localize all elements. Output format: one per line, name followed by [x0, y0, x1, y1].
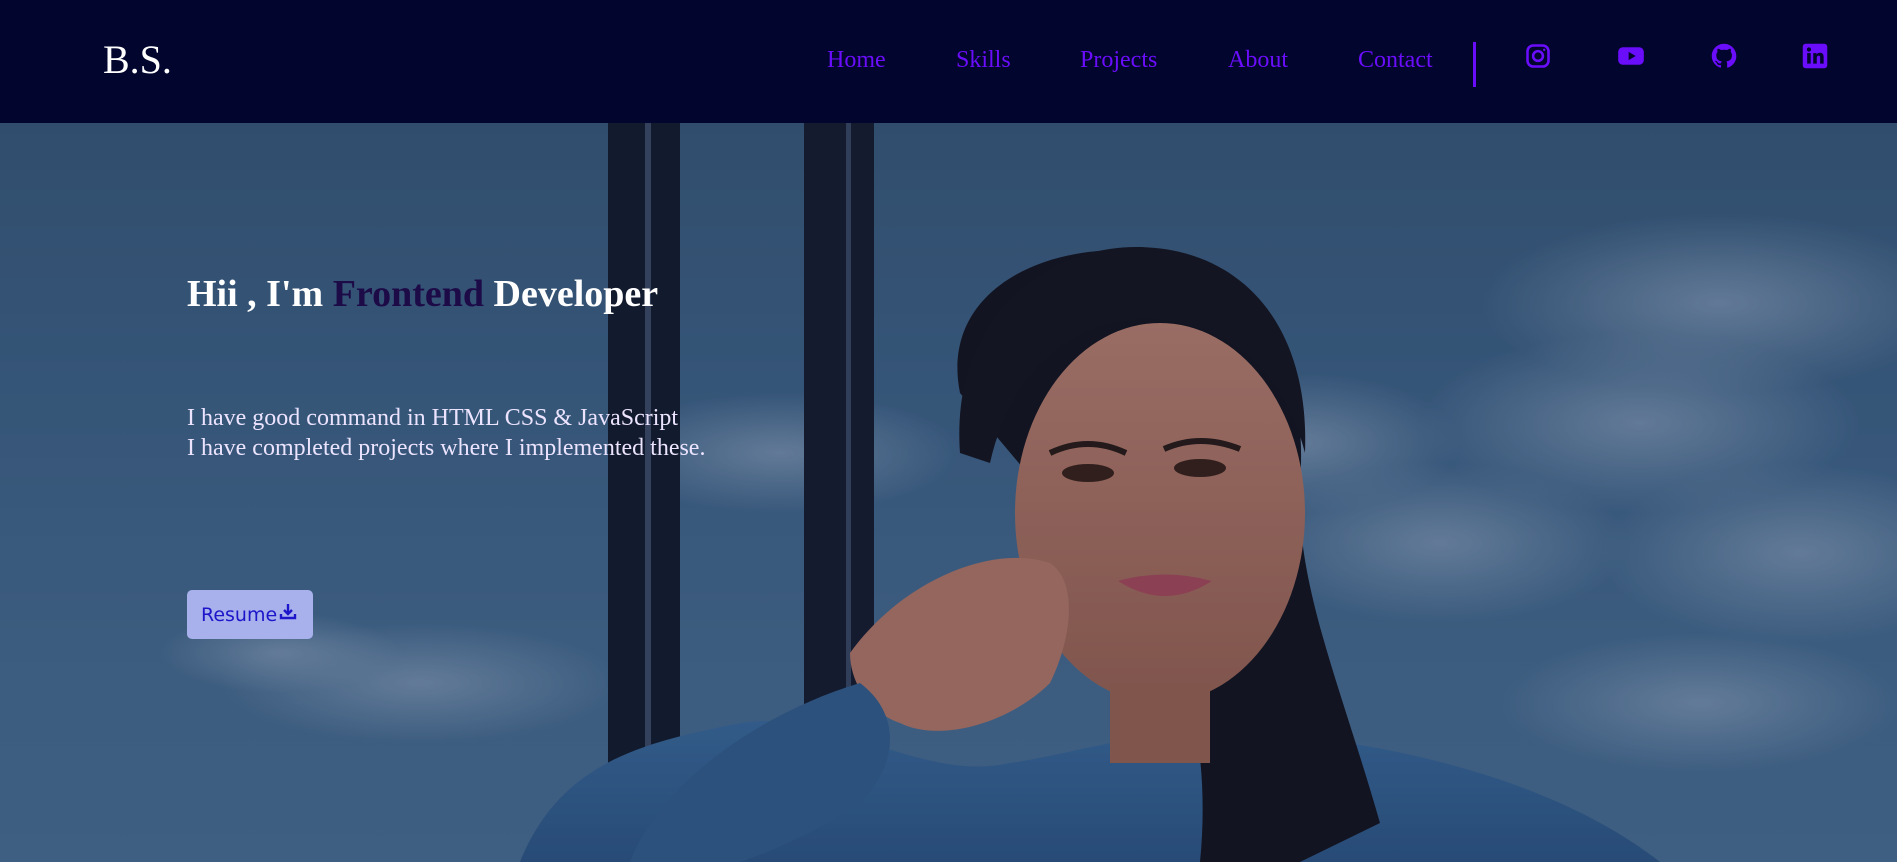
- youtube-icon[interactable]: [1617, 42, 1645, 70]
- download-icon: [277, 602, 298, 627]
- nav-link-home[interactable]: Home: [827, 47, 886, 74]
- nav-link-projects[interactable]: Projects: [1080, 47, 1157, 74]
- site-logo[interactable]: B.S.: [103, 36, 172, 83]
- hero-description-line2: I have completed projects where I implem…: [187, 435, 706, 461]
- hero-description-line1: I have good command in HTML CSS & JavaSc…: [187, 405, 679, 431]
- hero-section: Hii , I'm Frontend Developer I have good…: [0, 123, 1897, 862]
- hero-description: I have good command in HTML CSS & JavaSc…: [187, 403, 705, 463]
- nav-link-skills[interactable]: Skills: [956, 47, 1011, 74]
- hero-headline: Hii , I'm Frontend Developer: [187, 272, 658, 316]
- resume-download-button[interactable]: Resume: [187, 590, 313, 639]
- resume-button-label: Resume: [201, 603, 278, 626]
- headline-greeting: Hii , I'm: [187, 273, 324, 315]
- linkedin-icon[interactable]: [1801, 42, 1829, 70]
- github-icon[interactable]: [1710, 42, 1738, 70]
- nav-link-contact[interactable]: Contact: [1358, 47, 1433, 74]
- headline-highlight: Frontend: [332, 273, 485, 315]
- navbar: B.S. Home Skills Projects About Contact: [0, 0, 1897, 123]
- nav-link-about[interactable]: About: [1228, 47, 1288, 74]
- nav-divider: [1473, 42, 1476, 87]
- instagram-icon[interactable]: [1524, 42, 1552, 70]
- headline-role: Developer: [493, 273, 659, 315]
